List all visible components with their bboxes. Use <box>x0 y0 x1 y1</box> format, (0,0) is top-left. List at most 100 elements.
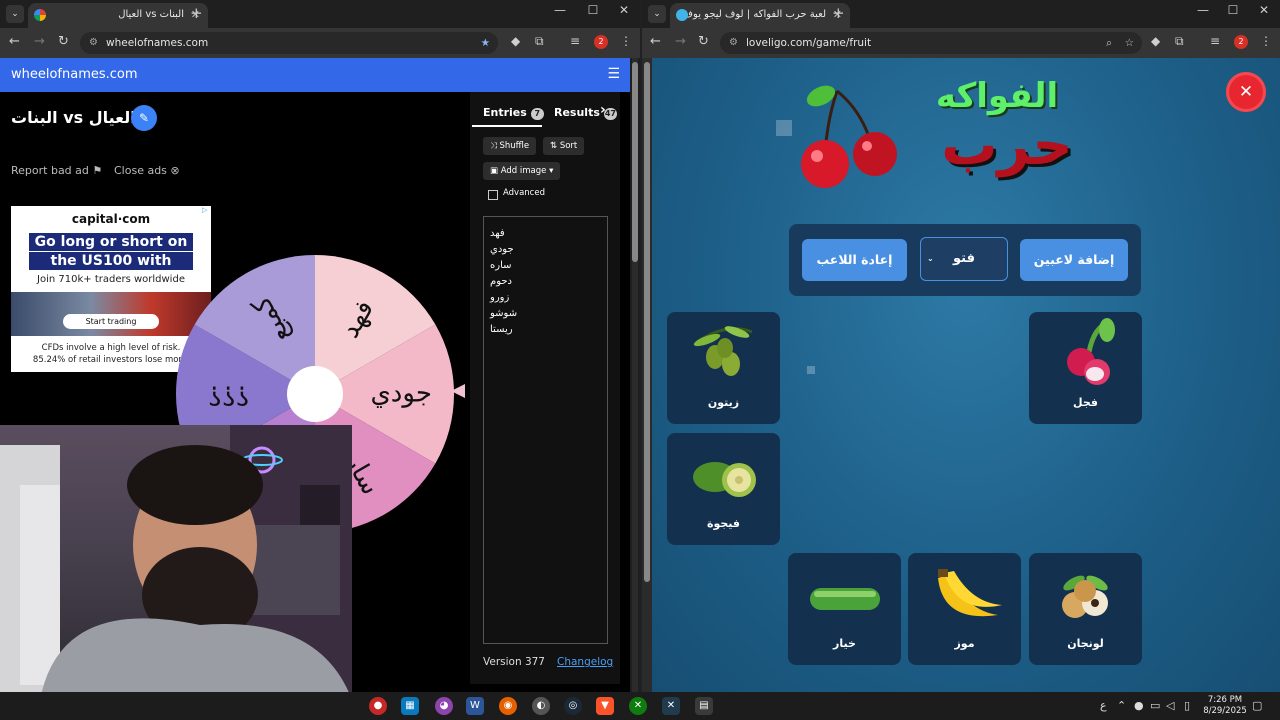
wheel-center-button[interactable] <box>287 366 343 422</box>
keyboard-language[interactable]: ع <box>1100 699 1107 712</box>
site-info-icon[interactable]: ⚙ <box>89 32 98 54</box>
forward-icon-right[interactable]: → <box>675 34 686 49</box>
window-close-icon-right[interactable]: ✕ <box>1249 3 1279 17</box>
store-icon[interactable]: ▦ <box>401 697 419 715</box>
word-icon[interactable]: W <box>466 697 484 715</box>
brave-icon[interactable]: ▼ <box>596 697 614 715</box>
site-brand[interactable]: wheelofnames.com <box>11 67 138 82</box>
back-icon-right[interactable]: ← <box>650 34 661 49</box>
menu-dots-icon[interactable]: ⋮ <box>620 34 632 48</box>
address-bar[interactable]: ⚙ wheelofnames.com ★ <box>80 32 498 54</box>
tab-search-icon[interactable]: ⌄ <box>6 5 24 23</box>
browser-window-wheelofnames: ⌄ البنات vs العيال ✕ + — ☐ ✕ ← → ↻ ⚙ whe… <box>0 0 640 692</box>
back-icon[interactable]: ← <box>9 34 20 49</box>
menu-dots-icon-right[interactable]: ⋮ <box>1260 34 1272 48</box>
fruit-card-olive[interactable]: زيتون <box>667 312 780 424</box>
edit-title-pencil-icon[interactable]: ✎ <box>131 105 157 131</box>
entries-textarea[interactable]: فهد جودي ساره دحوم زورو شوشو ريستا <box>483 216 608 644</box>
reload-icon[interactable]: ↻ <box>58 34 69 49</box>
maximize-icon[interactable]: ☐ <box>578 3 608 17</box>
fruit-card-radish[interactable]: فجل <box>1029 312 1142 424</box>
cucumber-icon <box>810 588 880 610</box>
obs-icon[interactable]: ● <box>369 697 387 715</box>
shuffle-icon: ⤨ <box>490 141 497 151</box>
fruit-card-banana[interactable]: موز <box>908 553 1021 665</box>
battery-icon[interactable]: ▯ <box>1184 699 1190 712</box>
tab-strip-right: ⌄ لعبة حرب الفواكه | لوف ليجو يوف ✕ + — … <box>642 0 1280 28</box>
clock[interactable]: 7:26 PM 8/29/2025 <box>1200 695 1250 717</box>
microphone-icon[interactable]: ● <box>1134 699 1144 712</box>
extensions-puzzle-icon-right[interactable]: ⧉ <box>1175 34 1184 49</box>
page-scrollbar[interactable] <box>632 58 638 692</box>
discord-icon[interactable]: ◕ <box>435 697 453 715</box>
address-bar-right[interactable]: ⚙ loveligo.com/game/fruit ⌕ ☆ <box>720 32 1142 54</box>
terminal-icon[interactable]: ✕ <box>662 697 680 715</box>
bookmark-star-icon[interactable]: ★ <box>481 32 490 54</box>
tab-wheelofnames[interactable]: البنات vs العيال ✕ <box>28 3 208 28</box>
notifications-icon[interactable]: ▢ <box>1252 699 1262 712</box>
player-select[interactable]: ⌄ فتو <box>920 237 1008 281</box>
minimize-icon[interactable]: — <box>545 3 575 17</box>
card-label: خيار <box>833 637 856 650</box>
bookmark-star-icon-right[interactable]: ☆ <box>1125 32 1134 54</box>
scrollbar-thumb-right[interactable] <box>644 62 650 582</box>
ad-cta-button[interactable]: Start trading <box>63 314 159 329</box>
adchoices-icon[interactable]: ▷ <box>202 206 211 215</box>
scrollbar-thumb[interactable] <box>632 62 638 262</box>
site-info-icon-right[interactable]: ⚙ <box>729 32 738 54</box>
minimize-icon-right[interactable]: — <box>1188 3 1218 17</box>
add-image-button[interactable]: ▣ Add image ▾ <box>483 162 561 180</box>
changelog-link[interactable]: Changelog <box>557 656 613 668</box>
profile-avatar[interactable]: 2 <box>594 35 608 49</box>
entry-line: ريستا <box>490 324 513 335</box>
network-icon[interactable]: ▭ <box>1150 699 1160 712</box>
notepad-icon[interactable]: ▤ <box>695 697 713 715</box>
window-close-icon[interactable]: ✕ <box>609 3 639 17</box>
steam-icon[interactable]: ◎ <box>564 697 582 715</box>
media-queue-icon[interactable]: ≡ <box>570 34 580 48</box>
tab-entries[interactable]: Entries 7 <box>483 106 544 120</box>
tab-results[interactable]: Results 47 <box>554 106 617 120</box>
app-icon[interactable]: ◐ <box>532 697 550 715</box>
media-queue-icon-right[interactable]: ≡ <box>1210 34 1220 48</box>
reset-player-button[interactable]: إعادة اللاعب <box>802 239 907 281</box>
game-close-icon[interactable]: ✕ <box>1226 72 1266 112</box>
page-scrollbar-right[interactable] <box>642 58 652 692</box>
collapse-arrow-icon[interactable]: › <box>600 102 606 118</box>
advanced-checkbox[interactable] <box>488 190 498 200</box>
extensions-puzzle-icon[interactable]: ⧉ <box>535 34 544 49</box>
sort-button[interactable]: ⇅ Sort <box>543 137 585 155</box>
fruit-card-longan[interactable]: لونجان <box>1029 553 1142 665</box>
entry-line: شوشو <box>490 308 518 319</box>
report-ad-link[interactable]: Report bad ad ⚑ <box>11 164 102 177</box>
shuffle-button[interactable]: ⤨ Shuffle <box>483 137 537 155</box>
wheelofnames-favicon-icon <box>34 9 46 21</box>
fruit-card-feijoa[interactable]: فيجوة <box>667 433 780 545</box>
extension-diamond-icon-right[interactable]: ◆ <box>1151 34 1160 48</box>
reload-icon-right[interactable]: ↻ <box>698 34 709 49</box>
fruit-card-cucumber[interactable]: خيار <box>788 553 901 665</box>
url-text-right: loveligo.com/game/fruit <box>746 37 872 49</box>
forward-icon[interactable]: → <box>34 34 45 49</box>
zoom-icon[interactable]: ⌕ <box>1106 32 1112 54</box>
tab-search-icon-right[interactable]: ⌄ <box>648 5 666 23</box>
new-tab-icon[interactable]: + <box>190 4 203 22</box>
volume-icon[interactable]: ◁ <box>1166 699 1174 712</box>
longan-icon <box>1062 575 1108 618</box>
hamburger-menu-icon[interactable]: ☰ <box>607 66 620 82</box>
xbox-icon[interactable]: ✕ <box>629 697 647 715</box>
maximize-icon-right[interactable]: ☐ <box>1218 3 1248 17</box>
tab-strip: ⌄ البنات vs العيال ✕ + — ☐ ✕ <box>0 0 640 28</box>
close-ads-link[interactable]: Close ads ⊗ <box>114 164 180 177</box>
browser-window-fruit-game: ⌄ لعبة حرب الفواكه | لوف ليجو يوف ✕ + — … <box>642 0 1280 692</box>
extension-diamond-icon[interactable]: ◆ <box>511 34 520 48</box>
add-players-button[interactable]: إضافة لاعبين <box>1020 239 1128 281</box>
tab-fruit-game[interactable]: لعبة حرب الفواكه | لوف ليجو يوف ✕ <box>670 3 850 28</box>
url-text: wheelofnames.com <box>106 37 209 49</box>
entry-line: فهد <box>490 228 505 239</box>
firefox-icon[interactable]: ◉ <box>499 697 517 715</box>
profile-avatar-right[interactable]: 2 <box>1234 35 1248 49</box>
new-tab-icon-right[interactable]: + <box>832 4 845 22</box>
desktop: ⌄ البنات vs العيال ✕ + — ☐ ✕ ← → ↻ ⚙ whe… <box>0 0 1280 720</box>
tray-chevron-icon[interactable]: ⌃ <box>1117 699 1126 712</box>
